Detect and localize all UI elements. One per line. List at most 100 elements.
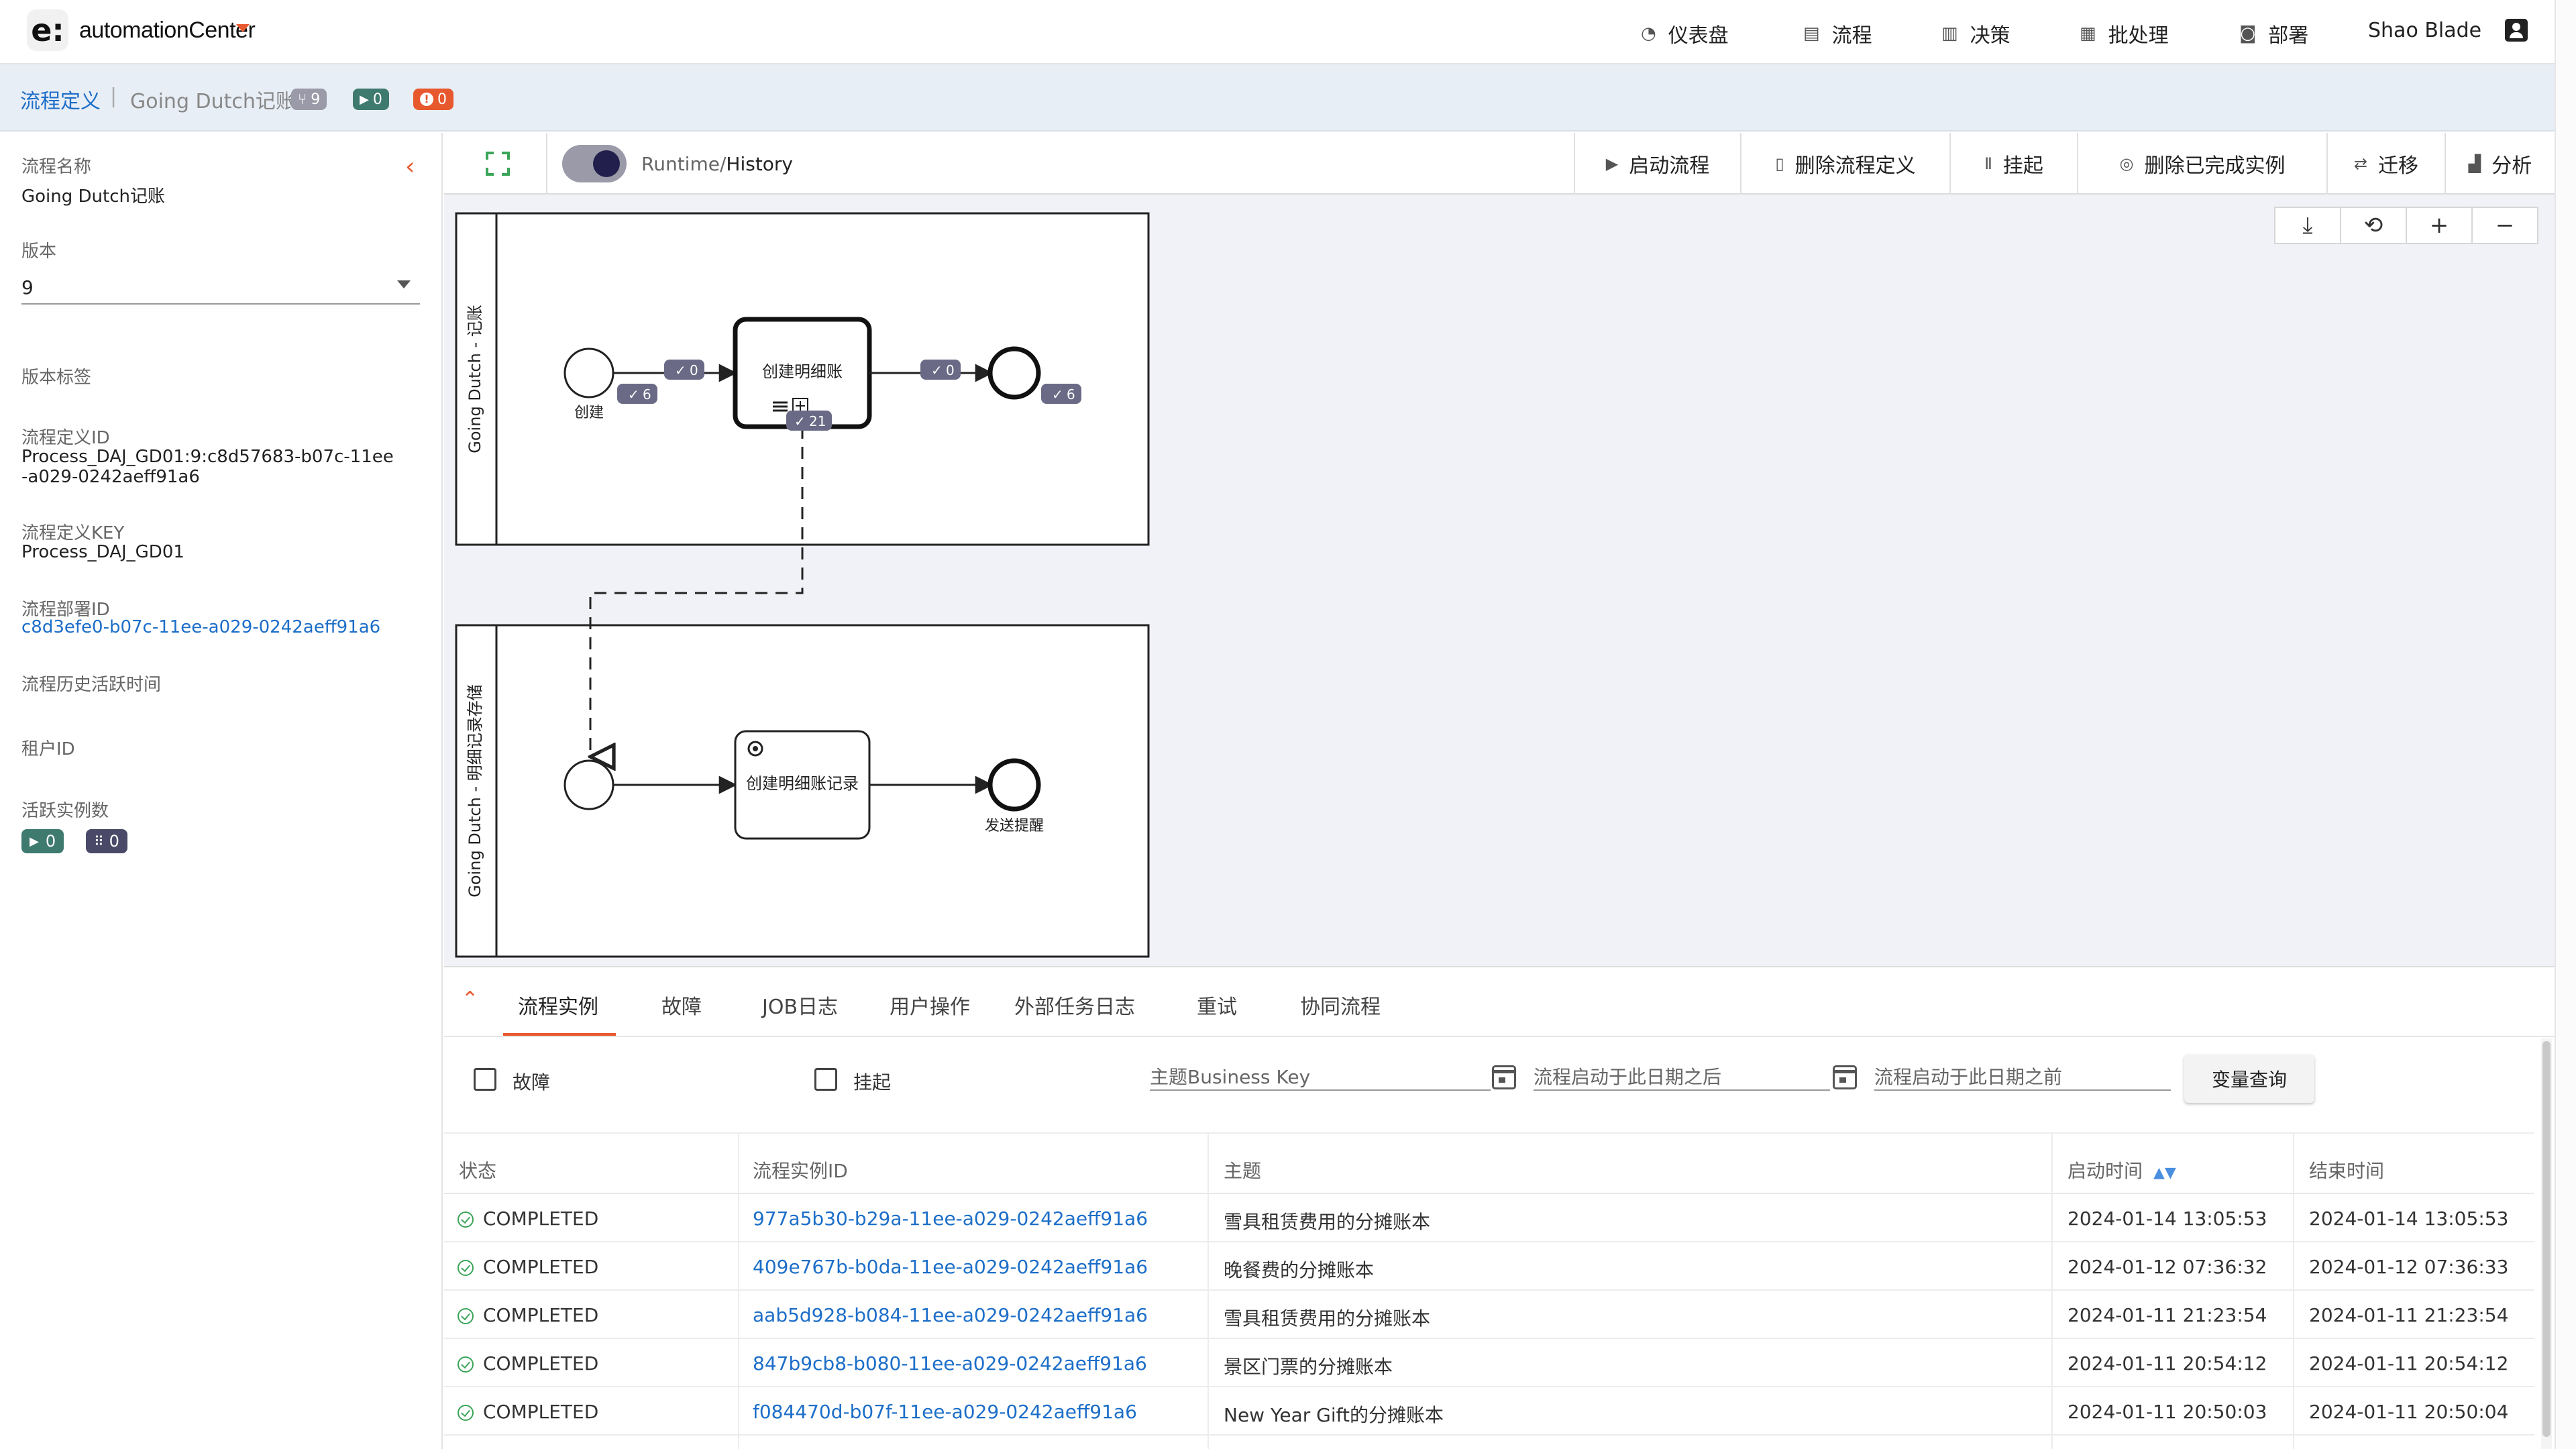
- definition-key-label: 流程定义KEY: [21, 523, 125, 543]
- user-name[interactable]: Shao Blade: [2368, 19, 2481, 42]
- nav-batch[interactable]: ▦ 批处理: [2080, 19, 2169, 48]
- download-icon: ⤓: [2302, 212, 2313, 239]
- active-tokens-badge[interactable]: ⠿ 0: [86, 829, 127, 853]
- business-key-input[interactable]: 主题Business Key: [1150, 1057, 1491, 1091]
- tab-external-task-log[interactable]: 外部任务日志: [1014, 990, 1135, 1020]
- breadcrumb-root-link[interactable]: 流程定义: [20, 85, 101, 114]
- zoom-out-button[interactable]: −: [2471, 207, 2538, 244]
- tab-job-log[interactable]: JOB日志: [762, 990, 838, 1020]
- deployment-id-link[interactable]: c8d3efe0-b07c-11ee-a029-0242aeff91a6: [21, 617, 397, 637]
- active-running-badge[interactable]: ▶ 0: [21, 829, 64, 853]
- row-instance-id-link[interactable]: 977a5b30-b29a-11ee-a029-0242aeff91a6: [753, 1208, 1148, 1230]
- running-count-value: 0: [372, 91, 382, 108]
- row-instance-id-link[interactable]: 847b9cb8-b080-11ee-a029-0242aeff91a6: [753, 1352, 1147, 1375]
- tab-user-operations[interactable]: 用户操作: [890, 990, 970, 1020]
- dashboard-icon: ◔: [1641, 23, 1656, 44]
- app-name[interactable]: automationCenter: [79, 17, 256, 44]
- canvas-zoom-controls: ⤓ ⟲ + −: [2274, 207, 2538, 244]
- diagram-toolbar: Runtime/History ▶ 启动流程 ▯ 删除流程定义 Ⅱ 挂起 ◎ 删…: [444, 133, 2555, 195]
- tab-process-instances[interactable]: 流程实例: [518, 990, 598, 1020]
- row-status: COMPLETED: [483, 1304, 599, 1326]
- row-subject: New Year Gift的分摊账本: [1224, 1404, 1444, 1426]
- download-diagram-button[interactable]: ⤓: [2274, 207, 2341, 244]
- tab-retries[interactable]: 重试: [1197, 990, 1237, 1020]
- row-status: COMPLETED: [483, 1401, 599, 1423]
- start-event-message[interactable]: [564, 759, 614, 810]
- decision-icon: ▥: [1941, 23, 1958, 44]
- user-avatar-icon[interactable]: [2505, 19, 2528, 42]
- table-row[interactable]: COMPLETED 409e767b-b0da-11ee-a029-0242ae…: [444, 1242, 2534, 1291]
- row-subject: 景区门票的分摊账本: [1224, 1356, 1393, 1378]
- suspended-filter-checkbox[interactable]: [814, 1068, 837, 1091]
- incident-filter-checkbox[interactable]: [474, 1068, 496, 1091]
- row-instance-id-link[interactable]: aab5d928-b084-11ee-a029-0242aeff91a6: [753, 1304, 1148, 1326]
- row-start-time: 2024-01-14 13:05:53: [2068, 1208, 2267, 1230]
- column-header-status[interactable]: 状态: [459, 1157, 496, 1183]
- nav-deploy[interactable]: ◙ 部署: [2239, 19, 2308, 48]
- row-instance-id-link[interactable]: f084470d-b07f-11ee-a029-0242aeff91a6: [753, 1401, 1137, 1423]
- start-done-count-badge[interactable]: ✓ 6: [617, 384, 657, 404]
- chart-icon: ▟: [2468, 154, 2481, 173]
- nav-process[interactable]: ▤ 流程: [1803, 19, 1872, 48]
- start-before-date-input[interactable]: 流程启动于此日期之前: [1874, 1057, 2171, 1091]
- runtime-history-toggle[interactable]: [562, 145, 627, 182]
- start-process-button[interactable]: ▶ 启动流程: [1574, 133, 1740, 195]
- end-flow-count-badge[interactable]: ✓ 0: [920, 360, 961, 380]
- bpmn-canvas[interactable]: Going Dutch - 记账 Going Dutch - 明细记录存储 创建…: [444, 195, 2555, 966]
- tenant-id-label: 租户ID: [21, 739, 75, 759]
- collapse-tabs-chevron-up-icon[interactable]: ⌃: [462, 987, 478, 1011]
- delete-finished-label: 删除已完成实例: [2144, 154, 2286, 178]
- nav-dashboard[interactable]: ◔ 仪表盘: [1641, 19, 1729, 48]
- sort-desc-icon[interactable]: ▲▼: [2153, 1165, 2176, 1181]
- fullscreen-icon[interactable]: [482, 148, 514, 180]
- table-row[interactable]: COMPLETED aab5d928-b084-11ee-a029-0242ae…: [444, 1291, 2534, 1339]
- delete-definition-button[interactable]: ▯ 删除流程定义: [1740, 133, 1949, 195]
- app-switcher-caret-icon[interactable]: [236, 24, 250, 32]
- reset-zoom-button[interactable]: ⟲: [2340, 207, 2407, 244]
- table-row[interactable]: COMPLETED f084470d-b07f-11ee-a029-0242ae…: [444, 1387, 2534, 1436]
- end-done-count-badge[interactable]: ✓ 6: [1041, 384, 1081, 404]
- app-logo[interactable]: e:: [27, 9, 68, 51]
- svg-text:✓: ✓: [675, 362, 686, 378]
- business-key-placeholder: 主题Business Key: [1150, 1066, 1311, 1088]
- task-done-count-badge[interactable]: ✓ 21: [786, 411, 832, 431]
- nav-decision[interactable]: ▥ 决策: [1941, 19, 2010, 48]
- tabs-divider: [444, 1036, 2555, 1037]
- version-count-value: 9: [311, 91, 321, 108]
- column-header-start-time[interactable]: 启动时间 ▲▼: [2068, 1157, 2176, 1183]
- calendar-icon[interactable]: [1833, 1065, 1857, 1089]
- start-flow-count-badge[interactable]: ✓ 0: [664, 360, 704, 380]
- migrate-button[interactable]: ⇄ 迁移: [2326, 133, 2445, 195]
- toggle-label: Runtime/History: [641, 153, 793, 175]
- breadcrumb-separator: |: [110, 85, 117, 108]
- suspend-button[interactable]: Ⅱ 挂起: [1949, 133, 2077, 195]
- svg-text:✓: ✓: [794, 413, 806, 429]
- end-event[interactable]: [987, 346, 1041, 400]
- completed-check-icon: [458, 1405, 474, 1421]
- start-event-create[interactable]: [564, 347, 614, 398]
- collapse-panel-chevron-icon[interactable]: ‹: [405, 153, 415, 180]
- row-instance-id-link[interactable]: 409e767b-b0da-11ee-a029-0242aeff91a6: [753, 1256, 1148, 1278]
- pause-icon: Ⅱ: [1984, 154, 1992, 173]
- delete-finished-instances-button[interactable]: ◎ 删除已完成实例: [2077, 133, 2326, 195]
- variable-query-button[interactable]: 变量查询: [2184, 1055, 2314, 1103]
- column-header-subject[interactable]: 主题: [1224, 1157, 1261, 1183]
- incident-count-badge: ! 0: [413, 89, 453, 110]
- column-header-end-time[interactable]: 结束时间: [2309, 1157, 2384, 1183]
- play-icon: ▶: [30, 834, 39, 849]
- table-row[interactable]: COMPLETED 977a5b30-b29a-11ee-a029-0242ae…: [444, 1194, 2534, 1242]
- calendar-icon[interactable]: [1492, 1065, 1516, 1089]
- table-row[interactable]: COMPLETED 847b9cb8-b080-11ee-a029-0242ae…: [444, 1339, 2534, 1387]
- scrollbar-thumb[interactable]: [2542, 1041, 2551, 1437]
- zoom-in-button[interactable]: +: [2406, 207, 2473, 244]
- tab-called-processes[interactable]: 协同流程: [1300, 990, 1381, 1020]
- analyze-button[interactable]: ▟ 分析: [2445, 133, 2555, 195]
- table-scrollbar[interactable]: [2541, 1038, 2552, 1449]
- start-after-date-input[interactable]: 流程启动于此日期之后: [1534, 1057, 1830, 1091]
- tab-incidents[interactable]: 故障: [661, 990, 702, 1020]
- column-header-instance-id[interactable]: 流程实例ID: [753, 1157, 848, 1183]
- end-event-send-reminder[interactable]: [987, 758, 1041, 812]
- row-subject: 雪具租赁费用的分摊账本: [1224, 1211, 1431, 1233]
- version-select[interactable]: 9: [21, 271, 420, 305]
- active-instances-label: 活跃实例数: [21, 801, 109, 821]
